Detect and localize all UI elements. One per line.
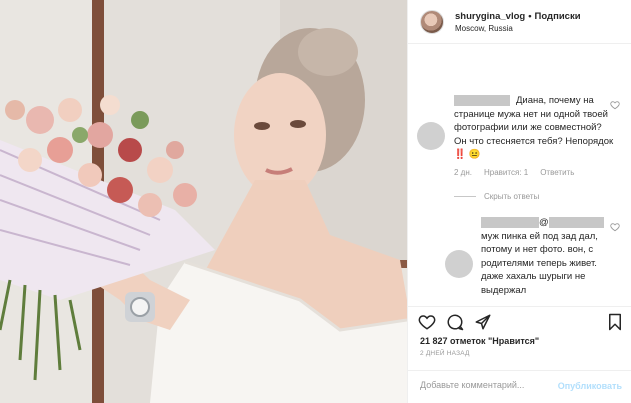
like-comment-icon[interactable] [610, 100, 620, 110]
share-icon[interactable] [474, 313, 492, 331]
redacted-username [481, 216, 539, 228]
action-bar [408, 306, 631, 334]
redacted-username [454, 94, 510, 106]
like-reply-icon[interactable] [610, 222, 620, 232]
toggle-replies-label: Скрыть ответы [484, 192, 540, 201]
post-header: shurygina_vlog • Подписки Moscow, Russia [408, 0, 631, 44]
author-line: shurygina_vlog • Подписки [455, 11, 581, 22]
post-photo [0, 0, 407, 403]
likes-count[interactable]: 21 827 отметок "Нравится" [420, 336, 539, 346]
comment-input[interactable] [420, 380, 560, 390]
mention-symbol[interactable]: @ [539, 217, 549, 228]
post-location[interactable]: Moscow, Russia [455, 24, 513, 33]
separator-dot: • [528, 11, 532, 22]
author-avatar[interactable] [420, 10, 444, 34]
photo-illustration [0, 0, 407, 403]
comment-2: @ муж пинка ей под зад дал, потому и нет … [481, 216, 616, 297]
comment-icon[interactable] [446, 313, 464, 331]
redacted-mention [548, 216, 604, 228]
follow-button[interactable]: Подписки [535, 11, 581, 22]
toggle-replies[interactable]: Скрыть ответы [454, 192, 539, 201]
comment-1-meta: 2 дн. Нравится: 1 Ответить [454, 168, 586, 177]
comment-1-likes[interactable]: Нравится: 1 [484, 168, 528, 177]
reply-avatar[interactable] [445, 250, 473, 278]
replies-line [454, 196, 476, 198]
comment-1-time: 2 дн. [454, 168, 472, 177]
comment-avatar[interactable] [417, 122, 445, 150]
comment-1-reply[interactable]: Ответить [540, 168, 574, 177]
author-username[interactable]: shurygina_vlog [455, 11, 525, 22]
post-side-panel: shurygina_vlog • Подписки Moscow, Russia Д… [407, 0, 631, 403]
add-comment-bar: Опубликовать [408, 370, 631, 403]
bookmark-icon[interactable] [607, 313, 623, 331]
publish-button[interactable]: Опубликовать [558, 381, 622, 391]
comment-2-text: муж пинка ей под зад дал, потому и нет ф… [481, 230, 598, 296]
post-date: 2 ДНЕЙ НАЗАД [420, 350, 470, 357]
comment-1: Диана, почему на странице мужа нет ни од… [454, 94, 614, 162]
heart-icon[interactable] [418, 313, 436, 331]
